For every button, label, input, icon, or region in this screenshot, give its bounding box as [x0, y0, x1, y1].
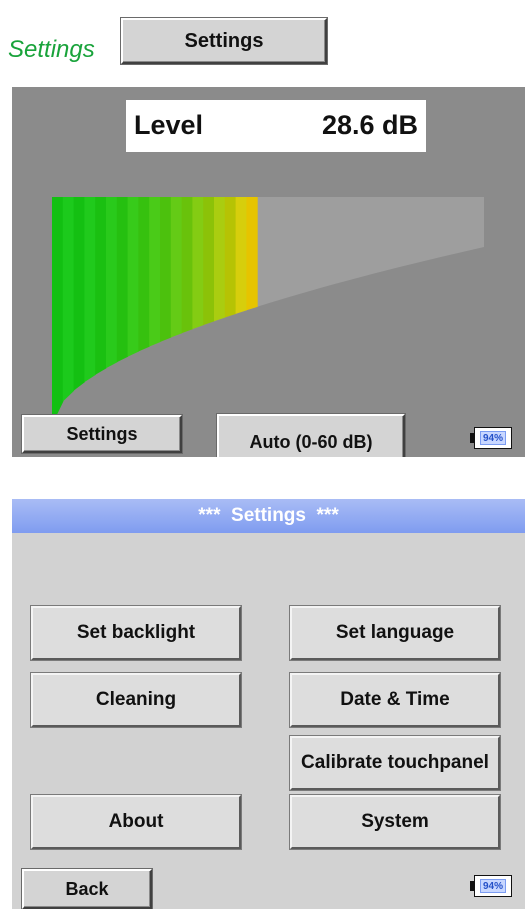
gauge-segment [84, 197, 96, 383]
system-button[interactable]: System [290, 795, 500, 849]
page-heading: Settings [8, 36, 95, 63]
gauge-segment [149, 197, 161, 347]
settings-button[interactable]: Settings [121, 18, 327, 64]
gauge-segment [106, 197, 118, 369]
gauge-segment [52, 197, 64, 425]
gauge-segment [138, 197, 150, 352]
battery-percent: 94% [480, 879, 506, 893]
date-time-button[interactable]: Date & Time [290, 673, 500, 727]
gauge-segment [181, 197, 193, 334]
gauge-segment [116, 197, 129, 363]
battery-indicator: 94% [470, 427, 512, 449]
gauge-segment [203, 197, 215, 326]
gauge-segment [170, 197, 183, 338]
level-label: Level [134, 110, 204, 140]
battery-indicator: 94% [470, 875, 512, 897]
level-meter-screen: Level 28.6 dB Settings Auto (0-60 dB) 94… [12, 87, 525, 457]
battery-icon [470, 881, 474, 891]
settings-button[interactable]: Settings [22, 415, 182, 453]
gauge-segment [246, 197, 258, 311]
cleaning-button[interactable]: Cleaning [31, 673, 241, 727]
gauge-segment [127, 197, 139, 357]
battery-percent: 94% [480, 431, 506, 445]
gauge-segment [73, 197, 85, 391]
gauge-segment [235, 197, 247, 314]
level-readout: Level 28.6 dB [126, 100, 426, 152]
about-button[interactable]: About [31, 795, 241, 849]
gauge-segment [214, 197, 226, 322]
calibrate-touchpanel-button[interactable]: Calibrate touchpanel [290, 736, 500, 790]
set-language-button[interactable]: Set language [290, 606, 500, 660]
settings-screen: *** Settings *** Set backlight Set langu… [12, 499, 525, 909]
gauge-segment [62, 197, 75, 402]
set-backlight-button[interactable]: Set backlight [31, 606, 241, 660]
level-value: 28.6 dB [321, 110, 418, 140]
gauge-segment [160, 197, 172, 342]
screen-title: *** Settings *** [12, 499, 525, 533]
gauge-segment [192, 197, 204, 330]
battery-icon [470, 433, 474, 443]
back-button[interactable]: Back [22, 869, 152, 909]
gauge-segment [95, 197, 107, 375]
range-auto-button[interactable]: Auto (0-60 dB) [217, 414, 405, 457]
gauge-segment [224, 197, 237, 318]
